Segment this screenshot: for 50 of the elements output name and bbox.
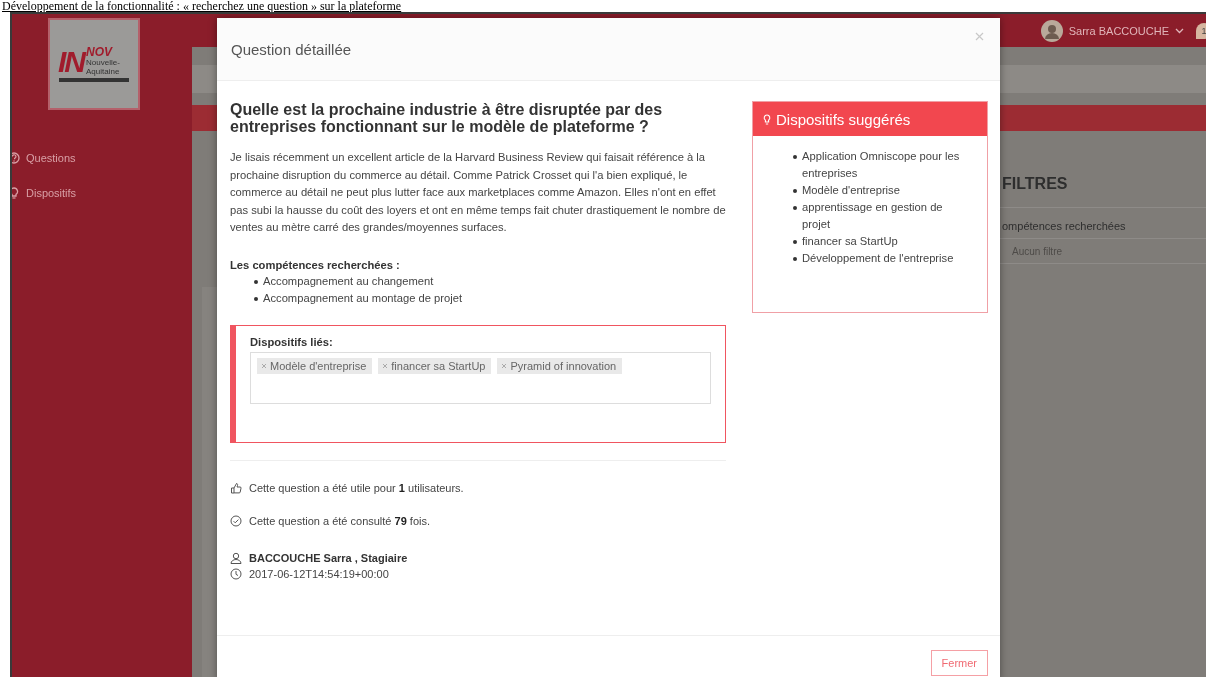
tag[interactable]: Modèle d'entreprise: [257, 357, 373, 374]
thumbs-up-icon: [230, 481, 242, 494]
notification-button[interactable]: 1: [1196, 22, 1206, 39]
avatar-icon: [1040, 19, 1063, 42]
bullet-icon: [793, 240, 797, 244]
modal-title: Question détaillée: [231, 40, 352, 58]
skill-item: Accompagnement au montage de projet: [263, 290, 462, 306]
logo-bar: [59, 78, 129, 82]
logo-text: Nouvelle-Aquitaine: [86, 58, 121, 76]
question-text: Je lisais récemment un excellent article de la Harvard Business Review qui faisait référence à la prochaine disruption du commerce au détail. Comme Patrick Crosset qui l'a bien expliqué, le commerce au détail ne peut plus lutter face aux marketplaces comme Amazon. Elles n'ont en effet pas subi la hausse du coût des loyers et ont en même temps fait chuter drastiquement le nombre de ventes au mètre carré des grandes/moyennes surfaces.: [230, 150, 726, 235]
close-button[interactable]: Fermer: [930, 650, 988, 676]
linked-label: Dispositifs liés:: [250, 335, 334, 348]
sidebar-item[interactable]: Dispositifs: [12, 175, 192, 210]
tag[interactable]: Pyramid of innovation: [497, 357, 623, 374]
remove-icon: [382, 362, 389, 369]
skill-item: Accompagnement au changement: [263, 273, 434, 289]
bullet-icon: [793, 155, 797, 159]
question-title: Quelle est la prochaine industrie à être disruptée par des entreprises fonctionnant sur le modèle de plateforme ?: [230, 101, 664, 135]
timestamp: 2017-06-12T14:54:19+00:00: [249, 567, 389, 580]
remove-icon: [261, 362, 267, 369]
chevron-down-icon: [1175, 27, 1184, 34]
bullet-icon: [793, 257, 797, 261]
suggestions-title: Dispositifs suggérés: [776, 110, 911, 128]
stat-text: Cette question a été consulté 79 fois.: [249, 514, 431, 527]
remove-icon: [501, 362, 508, 369]
caption: Développement de la fonctionnalité : « recherchez une question » sur la plateforme: [1, 0, 402, 12]
logo-text: IN: [58, 48, 84, 76]
bullet-icon: [254, 279, 258, 284]
skills-label: Les compétences recherchées :: [230, 258, 401, 271]
notification-count: 1: [1201, 25, 1206, 36]
check-circle-icon: [230, 514, 242, 527]
logo-text: NOV: [86, 46, 114, 58]
tag[interactable]: financer sa StartUp: [378, 357, 492, 374]
suggestion-link[interactable]: Modèle d'entreprise: [802, 182, 900, 199]
suggestion-link[interactable]: Application Omniscope pour les entreprises: [802, 148, 971, 182]
bullet-icon: [793, 189, 797, 193]
user-icon: [230, 551, 242, 564]
sidebar-item[interactable]: Questions: [12, 140, 192, 175]
bullet-icon: [793, 206, 797, 210]
clock-icon: [230, 567, 242, 580]
lightbulb-icon: [12, 186, 20, 199]
user-menu[interactable]: Sarra BACCOUCHE: [1040, 19, 1184, 42]
suggestion-link[interactable]: financer sa StartUp: [802, 233, 898, 250]
close-icon: [975, 31, 984, 41]
author-name: BACCOUCHE Sarra , Stagiaire: [249, 551, 408, 564]
tag-field[interactable]: Modèle d'entreprise financer sa StartUp Pyramid of innovation: [250, 351, 711, 404]
stat-text: Cette question a été utile pour 1 utilisateurs.: [249, 481, 464, 494]
lightbulb-icon: [763, 113, 771, 125]
suggestion-link[interactable]: Développement de l'entreprise: [802, 250, 954, 267]
bullet-icon: [254, 296, 258, 301]
